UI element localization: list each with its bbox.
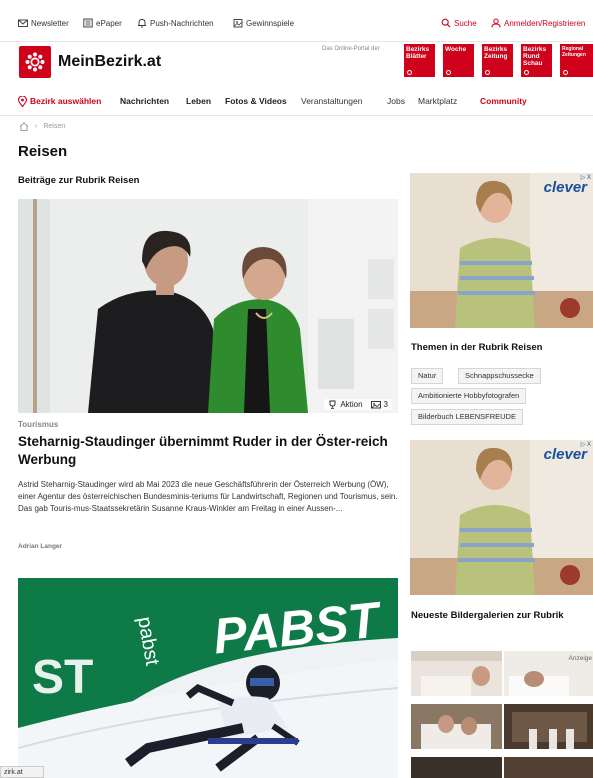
banner-text-left: ST: [32, 651, 93, 704]
ad-photo: [410, 173, 593, 328]
location-pin-icon: [18, 96, 27, 107]
ad-banner-top[interactable]: ▷ X clever: [410, 173, 593, 328]
search-icon: [441, 18, 451, 28]
gift-icon: [233, 19, 243, 28]
home-icon[interactable]: [19, 122, 29, 131]
gallery-photo: [504, 704, 593, 749]
gewinnspiele-link[interactable]: Gewinnspiele: [233, 18, 294, 28]
search-label: Suche: [454, 18, 477, 28]
nav-veranstaltungen[interactable]: Veranstaltungen: [301, 96, 362, 106]
ad-photo: [410, 440, 593, 595]
gallery-photo: [411, 704, 502, 749]
brand-tile-rundschau[interactable]: Bezirks Rund Schau: [521, 44, 552, 77]
nav-jobs[interactable]: Jobs: [387, 96, 405, 106]
brand-tile-label: Regional Zeitungen: [562, 46, 586, 58]
topic-chip-hobbyfotografen[interactable]: Ambitionierte Hobbyfotografen: [411, 388, 527, 404]
page-title: Reisen: [18, 143, 68, 160]
topic-chip-lebensfreude[interactable]: Bilderbuch LEBENSFREUDE: [411, 409, 523, 425]
brand-tile-bezirkszeitung[interactable]: Bezirks Zeitung: [482, 44, 513, 77]
gallery-photo: [504, 757, 593, 778]
meinbezirk-logo-icon[interactable]: [19, 46, 51, 78]
photo-count-badge: 3: [370, 400, 388, 409]
ad-brand-logo: clever: [543, 179, 587, 196]
ad-banner-middle[interactable]: ▷ X clever: [410, 440, 593, 595]
gallery-thumb[interactable]: [504, 757, 593, 778]
nav-leben[interactable]: Leben: [186, 96, 211, 106]
brand-tile-woche[interactable]: Woche: [443, 44, 474, 77]
article-photo: [18, 199, 398, 413]
galleries-heading: Neueste Bildergalerien zur Rubrik: [411, 610, 564, 621]
gallery-thumb[interactable]: Anzeige: [504, 651, 593, 696]
nav-fotos-videos[interactable]: Fotos & Videos: [225, 96, 287, 106]
brand-dot-icon: [485, 70, 490, 75]
gallery-thumb[interactable]: [411, 757, 502, 778]
gallery-thumb[interactable]: [504, 704, 593, 749]
gallery-thumb[interactable]: [411, 651, 502, 696]
user-icon: [491, 18, 501, 28]
article-photo: ST PABST pabst: [18, 578, 398, 778]
brand-dot-icon: [563, 70, 568, 75]
article-image-luge[interactable]: ST PABST pabst: [18, 578, 398, 778]
login-link[interactable]: Anmelden/Registrieren: [491, 18, 585, 28]
article-author[interactable]: Adrian Langer: [18, 543, 62, 550]
brand-tile-bezirksblaetter[interactable]: Bezirks Blätter: [404, 44, 435, 77]
aktion-label: Aktion: [340, 400, 363, 409]
mail-icon: [18, 19, 28, 27]
gallery-icon: [370, 401, 381, 409]
portal-label: Das Online-Portal der: [322, 46, 380, 52]
brand-dot-icon: [407, 70, 412, 75]
newsletter-label: Newsletter: [31, 18, 69, 28]
nav-bezirk-auswaehlen[interactable]: Bezirk auswählen: [30, 96, 101, 106]
breadcrumb-current[interactable]: Reisen: [43, 123, 65, 130]
photo-count: 3: [383, 400, 388, 409]
newsletter-link[interactable]: Newsletter: [18, 18, 69, 28]
article-headline[interactable]: Steharnig-Staudinger übernimmt Ruder in …: [18, 433, 400, 469]
gallery-thumb[interactable]: [411, 704, 502, 749]
ad-label: Anzeige: [568, 655, 593, 662]
brand-tile-label: Bezirks Blätter: [406, 46, 430, 60]
brand-tile-label: Bezirks Zeitung: [484, 46, 508, 60]
nav-community[interactable]: Community: [480, 96, 527, 106]
gallery-photo: [411, 757, 502, 778]
article-meta-badge: Aktion 3: [324, 399, 392, 410]
gallery-photo: [411, 651, 502, 696]
main-nav: Bezirk auswählen Nachrichten Leben Fotos…: [0, 87, 593, 116]
login-label: Anmelden/Registrieren: [504, 18, 586, 28]
chevron-right-icon: ›: [35, 123, 38, 130]
brand-tile-regionalzeitungen[interactable]: Regional Zeitungen: [560, 44, 593, 77]
article-teaser[interactable]: Astrid Steharnig-Staudinger wird ab Mai …: [18, 479, 400, 515]
gewinnspiele-label: Gewinnspiele: [246, 18, 295, 28]
brand-tile-label: Woche: [445, 46, 467, 53]
nav-marktplatz[interactable]: Marktplatz: [418, 96, 457, 106]
aktion-badge: Aktion: [328, 400, 363, 409]
section-title: Beiträge zur Rubrik Reisen: [18, 175, 140, 186]
trophy-icon: [329, 400, 336, 409]
breadcrumb: › Reisen: [19, 122, 65, 131]
article-image-steharnig[interactable]: Aktion 3: [18, 199, 398, 413]
article-category-tag[interactable]: Tourismus: [18, 420, 58, 429]
site-name[interactable]: MeinBezirk.at: [58, 53, 161, 71]
epaper-link[interactable]: ePaper: [83, 18, 122, 28]
brand-header: MeinBezirk.at Das Online-Portal der Bezi…: [0, 42, 593, 87]
push-link[interactable]: Push-Nachrichten: [137, 18, 214, 28]
nav-nachrichten[interactable]: Nachrichten: [120, 96, 169, 106]
push-label: Push-Nachrichten: [150, 18, 214, 28]
search-link[interactable]: Suche: [441, 18, 477, 28]
newspaper-icon: [83, 18, 93, 28]
utility-bar: Newsletter ePaper Push-Nachrichten Gewin…: [0, 0, 593, 42]
brand-tile-label: Bezirks Rund Schau: [523, 46, 547, 67]
topic-chip-schnappschussecke[interactable]: Schnappschussecke: [458, 368, 541, 384]
themen-heading: Themen in der Rubrik Reisen: [411, 342, 543, 353]
topic-chip-natur[interactable]: Natur: [411, 368, 444, 384]
bell-icon: [138, 19, 146, 28]
ad-brand-logo: clever: [543, 446, 587, 463]
brand-dot-icon: [446, 70, 451, 75]
status-url: zirk.at: [0, 766, 44, 778]
epaper-label: ePaper: [96, 18, 122, 28]
brand-dot-icon: [524, 70, 529, 75]
